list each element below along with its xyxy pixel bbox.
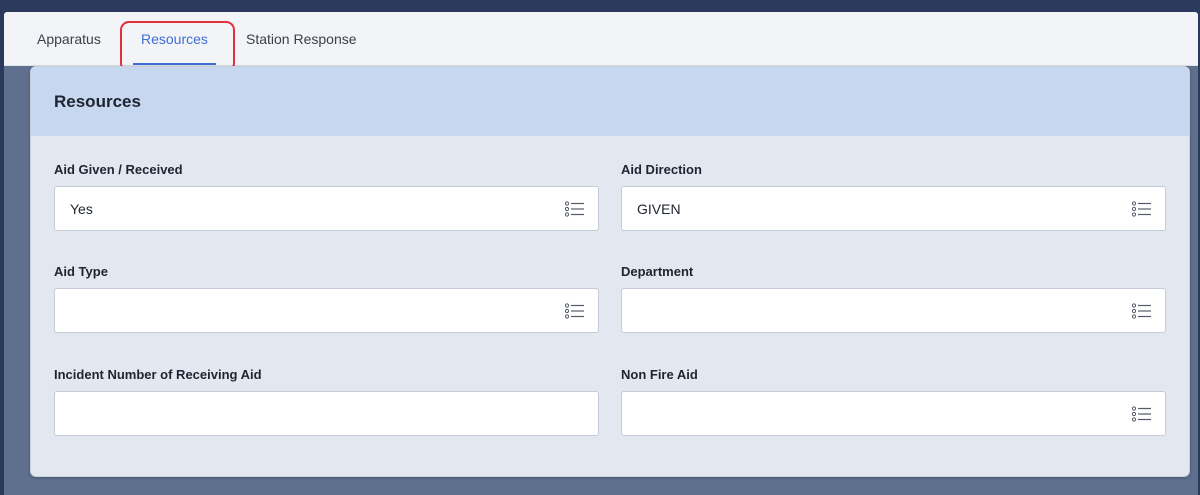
tab-label: Station Response — [246, 31, 357, 47]
aid-given-received-label: Aid Given / Received — [54, 162, 183, 177]
app-frame: Apparatus Resources Station Response Res… — [4, 12, 1198, 495]
non-fire-aid-label: Non Fire Aid — [621, 367, 698, 382]
field-value: GIVEN — [637, 200, 681, 217]
list-icon[interactable] — [565, 303, 585, 319]
non-fire-aid-select[interactable] — [621, 391, 1166, 436]
field-value: Yes — [70, 200, 93, 217]
tab-apparatus[interactable]: Apparatus — [37, 12, 101, 66]
department-select[interactable] — [621, 288, 1166, 333]
department-label: Department — [621, 264, 694, 279]
aid-given-received-select[interactable]: Yes — [54, 186, 599, 231]
tab-resources[interactable]: Resources — [133, 12, 216, 66]
tab-station-response[interactable]: Station Response — [246, 12, 357, 66]
list-icon[interactable] — [1132, 303, 1152, 319]
aid-type-label: Aid Type — [54, 264, 108, 279]
aid-type-select[interactable] — [54, 288, 599, 333]
incident-number-label: Incident Number of Receiving Aid — [54, 367, 262, 382]
tab-bar: Apparatus Resources Station Response — [4, 12, 1198, 72]
tab-label: Resources — [141, 31, 208, 47]
section-title: Resources — [54, 91, 141, 111]
tab-label: Apparatus — [37, 31, 101, 47]
active-tab-indicator — [133, 63, 216, 65]
aid-direction-label: Aid Direction — [621, 162, 702, 177]
list-icon[interactable] — [1132, 406, 1152, 422]
list-icon[interactable] — [565, 201, 585, 217]
card-header: Resources — [31, 67, 1189, 136]
aid-direction-select[interactable]: GIVEN — [621, 186, 1166, 231]
resources-card: Resources Aid Given / Received Yes Aid D… — [30, 66, 1190, 477]
list-icon[interactable] — [1132, 201, 1152, 217]
incident-number-input[interactable] — [54, 391, 599, 436]
